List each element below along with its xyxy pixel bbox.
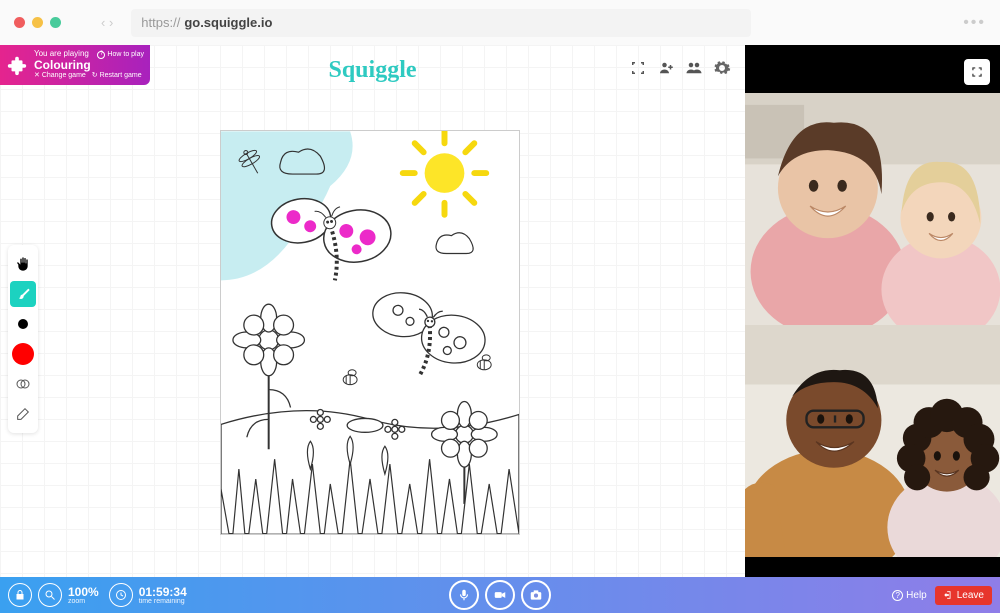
lock-icon [14, 589, 26, 601]
game-title: Colouring [34, 59, 144, 72]
canvas-top-controls [629, 59, 731, 77]
browser-menu[interactable]: ••• [963, 14, 986, 32]
add-user-icon[interactable] [657, 59, 675, 77]
color-small-tool[interactable] [10, 311, 36, 337]
search-icon [44, 589, 56, 601]
exit-icon [943, 590, 953, 600]
video-spacer [745, 45, 1000, 93]
window-controls [14, 17, 61, 28]
camera-icon [529, 588, 543, 602]
eraser-icon [15, 406, 31, 422]
eraser-tool[interactable] [10, 401, 36, 427]
bottom-bar: 100% zoom 01:59:34 time remaining [0, 577, 1000, 613]
video-panel [745, 45, 1000, 613]
minimize-icon[interactable] [629, 59, 647, 77]
group-icon[interactable] [685, 59, 703, 77]
mic-button[interactable] [449, 580, 479, 610]
change-game-link[interactable]: ✕ Change game [34, 72, 86, 80]
video-tile-2[interactable] [745, 325, 1000, 557]
brand-logo: Squiggle [328, 57, 416, 84]
brush-tool[interactable] [10, 281, 36, 307]
minimize-window[interactable] [32, 17, 43, 28]
url-bar[interactable]: https:// go.squiggle.io [131, 9, 751, 37]
fullscreen-icon [970, 65, 984, 79]
maximize-window[interactable] [50, 17, 61, 28]
timer-value: 01:59:34 [139, 586, 187, 598]
help-link[interactable]: ? Help [892, 590, 927, 601]
overlap-icon [15, 376, 31, 392]
hand-icon [15, 256, 31, 272]
zoom-display: 100% zoom [68, 586, 99, 605]
call-controls [449, 580, 551, 610]
app-area: You are playing ? How to play Colouring … [0, 45, 1000, 613]
zoom-button[interactable] [38, 583, 62, 607]
clock-icon [115, 589, 127, 601]
restart-game-link[interactable]: ↻ Restart game [92, 72, 142, 80]
puzzle-icon [6, 54, 28, 76]
nav-arrows[interactable]: ‹ › [101, 15, 113, 30]
snapshot-button[interactable] [521, 580, 551, 610]
left-toolbar [8, 245, 38, 433]
timer-label: time remaining [139, 598, 187, 605]
url-host: go.squiggle.io [184, 15, 272, 30]
mic-icon [457, 588, 471, 602]
url-protocol: https:// [141, 15, 180, 30]
opacity-tool[interactable] [10, 371, 36, 397]
brush-icon [15, 286, 31, 302]
color-dot-icon [18, 319, 28, 329]
timer-display: 01:59:34 time remaining [139, 586, 187, 605]
browser-chrome: ‹ › https:// go.squiggle.io ••• [0, 0, 1000, 45]
help-icon: ? [892, 590, 903, 601]
color-fill-icon [12, 343, 34, 365]
camera-button[interactable] [485, 580, 515, 610]
how-to-play-link[interactable]: ? How to play [97, 51, 144, 59]
game-badge: You are playing ? How to play Colouring … [0, 45, 150, 85]
timer-button[interactable] [109, 583, 133, 607]
hand-tool[interactable] [10, 251, 36, 277]
color-large-tool[interactable] [10, 341, 36, 367]
lock-button[interactable] [8, 583, 32, 607]
coloring-sheet[interactable] [220, 130, 520, 535]
leave-button[interactable]: Leave [935, 586, 992, 605]
canvas-area[interactable]: You are playing ? How to play Colouring … [0, 45, 745, 613]
gear-icon[interactable] [713, 59, 731, 77]
zoom-value: 100% [68, 586, 99, 598]
fullscreen-button[interactable] [964, 59, 990, 85]
video-icon [493, 588, 507, 602]
video-tile-1[interactable] [745, 93, 1000, 325]
zoom-label: zoom [68, 598, 99, 605]
close-window[interactable] [14, 17, 25, 28]
